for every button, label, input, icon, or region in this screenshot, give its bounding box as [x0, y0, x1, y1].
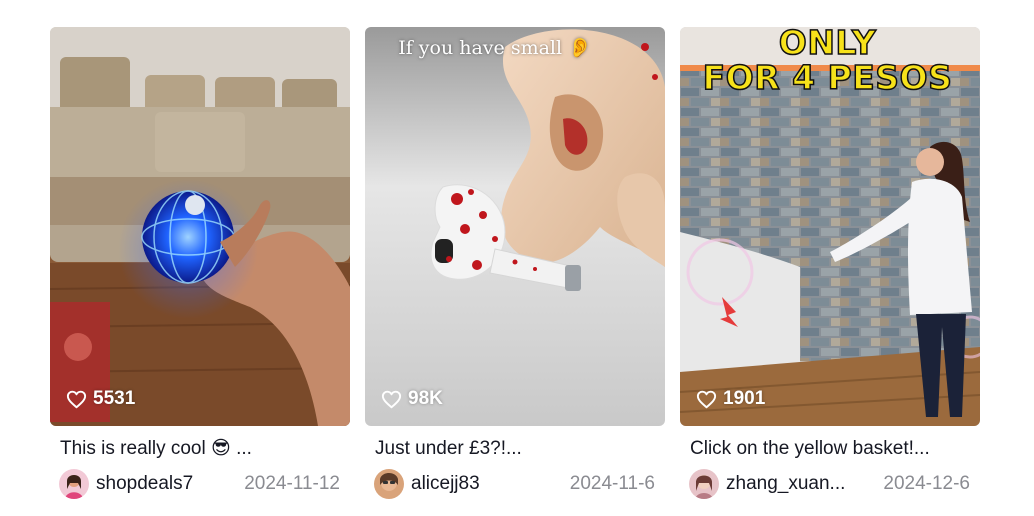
username[interactable]: zhang_xuan... — [726, 473, 845, 495]
like-count: 1901 — [696, 388, 765, 410]
thumbnail-image — [365, 27, 665, 426]
video-meta: zhang_xuan... 2024-12-6 — [680, 469, 980, 499]
video-card[interactable]: If you have small 👂 98K Just under £3?!.… — [365, 27, 665, 499]
like-count: 98K — [381, 388, 443, 410]
video-card[interactable]: ONLY FOR 4 PESOS 1901 Click on the yello… — [680, 27, 980, 499]
like-count-value: 1901 — [723, 388, 766, 409]
post-date: 2024-11-6 — [569, 473, 655, 494]
username[interactable]: shopdeals7 — [96, 473, 193, 495]
video-overlay-line: FOR 4 PESOS — [702, 58, 953, 97]
video-meta: alicejj83 2024-11-6 — [365, 469, 665, 499]
avatar[interactable] — [374, 469, 404, 499]
avatar[interactable] — [59, 469, 89, 499]
video-overlay-headline: ONLY FOR 4 PESOS — [680, 27, 980, 97]
video-thumbnail[interactable]: ONLY FOR 4 PESOS 1901 — [680, 27, 980, 426]
video-thumbnail[interactable]: 5531 — [50, 27, 350, 426]
video-caption[interactable]: Just under £3?!... — [365, 438, 665, 460]
post-date: 2024-11-12 — [244, 473, 340, 494]
heart-outline-icon — [381, 390, 402, 408]
like-count-value: 98K — [408, 388, 443, 409]
video-caption[interactable]: This is really cool 😎 ... — [50, 438, 350, 460]
thumbnail-image — [50, 27, 350, 426]
video-caption[interactable]: Click on the yellow basket!... — [680, 438, 980, 460]
video-thumbnail[interactable]: If you have small 👂 98K — [365, 27, 665, 426]
video-meta: shopdeals7 2024-11-12 — [50, 469, 350, 499]
avatar[interactable] — [689, 469, 719, 499]
video-overlay-line: ONLY — [778, 27, 877, 62]
video-overlay-text: If you have small 👂 — [398, 37, 592, 59]
like-count-value: 5531 — [93, 388, 136, 409]
like-count: 5531 — [66, 388, 135, 410]
heart-outline-icon — [696, 390, 717, 408]
heart-outline-icon — [66, 390, 87, 408]
post-date: 2024-12-6 — [883, 473, 970, 494]
username[interactable]: alicejj83 — [411, 473, 480, 495]
video-card[interactable]: 5531 This is really cool 😎 ... shopdeals… — [50, 27, 350, 499]
